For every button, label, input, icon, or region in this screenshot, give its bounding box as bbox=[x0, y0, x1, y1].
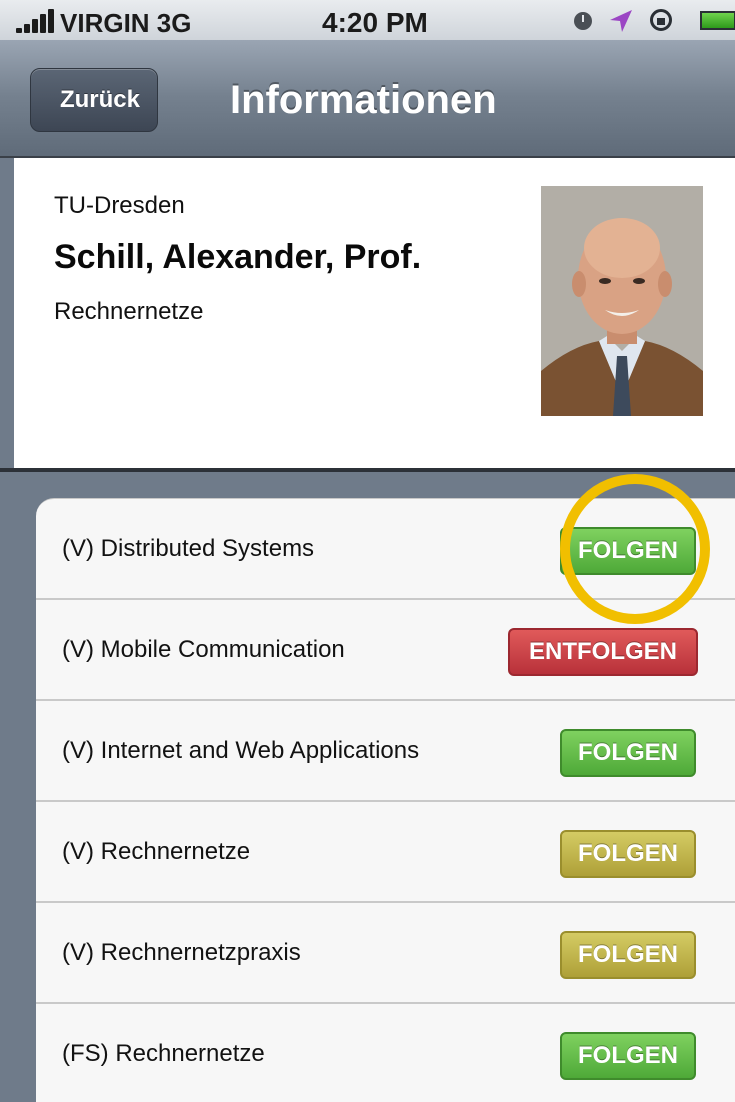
list-item: (V) Rechnernetzpraxis FOLGEN bbox=[36, 903, 735, 1004]
status-time: 4:20 PM bbox=[322, 7, 428, 38]
rotation-lock-icon bbox=[650, 9, 672, 31]
signal-icon bbox=[16, 9, 56, 33]
course-list: (V) Distributed Systems FOLGEN (V) Mobil… bbox=[36, 498, 735, 1102]
course-label: (V) Rechnernetze bbox=[62, 838, 251, 865]
institution-label: TU-Dresden bbox=[54, 192, 185, 219]
follow-button[interactable]: FOLGEN bbox=[560, 1032, 696, 1080]
course-label: (V) Internet and Web Applications bbox=[62, 737, 420, 764]
back-button-label: Zurück bbox=[59, 86, 140, 113]
back-button[interactable]: Zurück bbox=[30, 68, 158, 132]
follow-button[interactable]: FOLGEN bbox=[560, 830, 696, 878]
course-label: (FS) Rechnernetze bbox=[62, 1040, 265, 1067]
person-name: Schill, Alexander, Prof. bbox=[54, 238, 422, 276]
course-label: (V) Mobile Communication bbox=[62, 636, 345, 663]
course-label: (V) Rechnernetzpraxis bbox=[62, 939, 301, 966]
list-item: (V) Internet and Web Applications FOLGEN bbox=[36, 701, 735, 802]
list-item: (FS) Rechnernetze FOLGEN bbox=[36, 1004, 735, 1102]
alarm-icon bbox=[574, 12, 592, 30]
page-title: Informationen bbox=[230, 78, 497, 122]
list-item: (V) Rechnernetze FOLGEN bbox=[36, 802, 735, 903]
status-bar: VIRGIN 3G 4:20 PM bbox=[0, 0, 735, 40]
follow-button[interactable]: FOLGEN bbox=[560, 931, 696, 979]
follow-button[interactable]: FOLGEN bbox=[560, 729, 696, 777]
navigation-bar: Zurück Informationen bbox=[0, 40, 735, 158]
profile-photo bbox=[541, 186, 703, 416]
portrait-image bbox=[541, 186, 703, 416]
list-item: (V) Mobile Communication ENTFOLGEN bbox=[36, 600, 735, 701]
carrier-name: VIRGIN 3G bbox=[60, 8, 192, 38]
status-icons bbox=[570, 9, 735, 33]
follow-button[interactable]: FOLGEN bbox=[560, 527, 696, 575]
list-item: (V) Distributed Systems FOLGEN bbox=[36, 499, 735, 600]
battery-icon bbox=[700, 11, 735, 30]
profile-header: TU-Dresden Schill, Alexander, Prof. Rech… bbox=[14, 158, 735, 468]
unfollow-button[interactable]: ENTFOLGEN bbox=[508, 628, 698, 676]
location-arrow-icon bbox=[610, 10, 632, 32]
course-label: (V) Distributed Systems bbox=[62, 535, 315, 562]
department-label: Rechnernetze bbox=[54, 298, 204, 325]
